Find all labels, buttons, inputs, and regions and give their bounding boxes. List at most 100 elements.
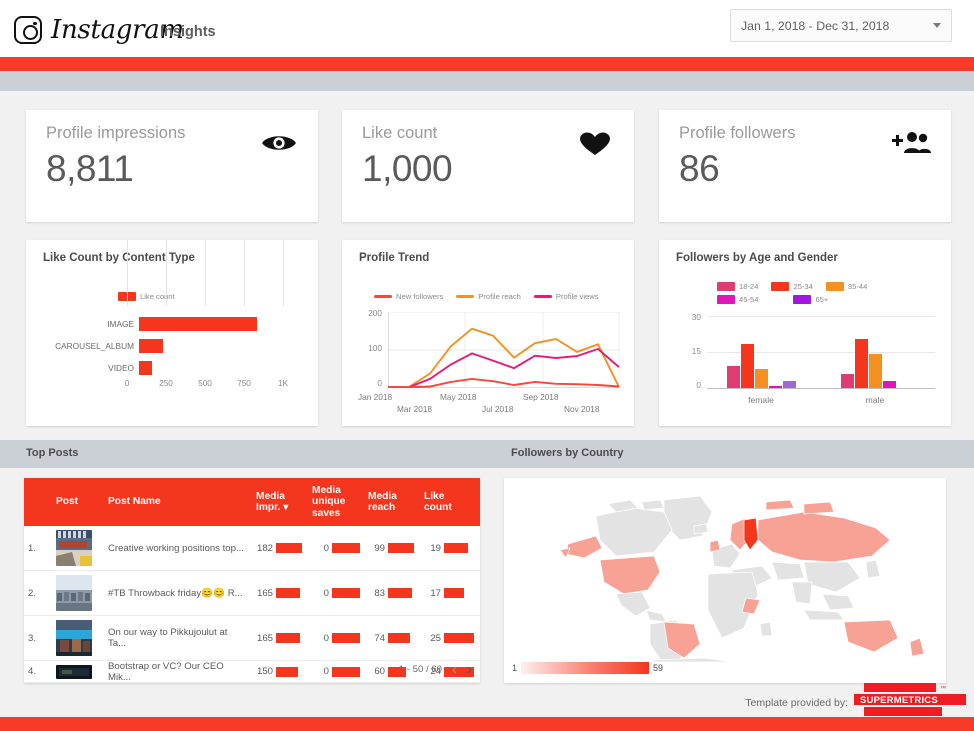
hbar-x-axis: 0 250 500 750 1K [125,378,288,390]
row-like-count: 17 [420,588,478,599]
svg-text:™: ™ [940,685,946,692]
value-bar [332,588,360,598]
app-header: Instagram Insights Jan 1, 2018 - Dec 31,… [0,0,974,57]
value: 0 [323,632,329,644]
row-rank: 2. [28,587,37,599]
chart-followers-by-age-and-gender: Followers by Age and Gender 18-24 25-34 … [659,240,951,426]
column-header-like-count[interactable]: Like count [420,491,478,514]
table-row[interactable]: 1. Creative working positions top... 182… [24,526,480,571]
value-bar [276,543,302,553]
legend-gradient [521,662,650,674]
column-male-35-44 [869,354,882,388]
x-tick: Sep 2018 [523,392,559,402]
post-thumbnail [56,575,92,611]
chart-profile-trend: Profile Trend New followers Profile reac… [342,240,634,426]
chevron-left-icon[interactable]: ‹ [452,662,457,677]
value: 19 [430,542,441,554]
value: 60 [374,666,385,677]
legend-max: 59 [653,663,664,673]
value-bar [444,543,468,553]
bar-track [139,339,296,353]
legend-item: 25-34 [771,282,813,291]
row-thumbnail-cell [52,664,104,679]
chart-legend: New followers Profile reach Profile view… [374,292,612,301]
value: 17 [430,587,441,599]
row-media-saves: 0 [308,543,364,554]
column-male-18-24 [841,373,854,388]
eye-icon [262,136,296,150]
supermetrics-wordmark: SUPERMETRICS [860,695,938,706]
column-header-post-name[interactable]: Post Name [104,496,252,508]
pagination-range: 1 - 50 / 60 [398,664,442,675]
legend-label: 25-34 [793,282,813,291]
value-bar [388,633,410,643]
row-rank: 3. [28,632,37,644]
y-tick: 0 [377,378,382,388]
scorecard-title: Profile followers [679,124,796,142]
value: 83 [374,587,385,599]
column-header-post[interactable]: Post [52,496,104,508]
bar-fill [139,361,152,375]
value: 150 [256,666,273,677]
row-media-saves: 0 [308,666,364,677]
legend-item: 45-54 [717,295,758,304]
instagram-camera-icon [14,16,42,44]
table-row[interactable]: 2. #TB Throwback friday😊😊 R... 165 0 83 … [24,571,480,616]
y-tick: 15 [691,346,701,356]
value-bar [276,666,298,677]
hbar-gridlines [127,240,285,306]
section-label-followers-by-country: Followers by Country [511,447,624,459]
date-range-picker[interactable]: Jan 1, 2018 - Dec 31, 2018 [730,9,952,42]
value: 25 [430,632,441,644]
bar-track [139,317,296,331]
x-tick: Nov 2018 [564,404,600,414]
legend-swatch-25-34 [771,282,790,291]
value-bar [444,588,464,598]
column-header-media-impr[interactable]: Media Impr. ▾ [252,491,308,514]
column-header-label: Media Impr. [256,490,285,514]
bar-row-video: VIDEO [43,358,301,378]
value: 182 [256,542,273,554]
row-like-count: 25 [420,633,478,644]
table-pagination: 1 - 50 / 60 ‹ › [399,662,472,677]
row-post-name: On our way to Pikkujoulut at Ta... [108,627,228,649]
row-media-reach: 74 [364,633,420,644]
chevron-right-icon[interactable]: › [467,662,472,677]
line-plot [388,312,620,388]
legend-item: Profile reach [456,292,521,301]
chart-like-count-by-content-type: Like Count by Content Type Like count IM… [26,240,318,426]
row-post-name: Bootstrap or VC? Our CEO Mik... [108,661,224,683]
legend-swatch-18-24 [717,282,735,291]
y-tick: 0 [696,380,701,390]
row-post-name: Creative working positions top... [108,542,244,554]
bar-row-carousel: CAROUSEL_ALBUM [43,336,301,356]
column-header-media-unique-saves[interactable]: Media unique saves [308,485,364,520]
bar-row-image: IMAGE [43,314,301,334]
page-title: Insights [160,24,216,40]
row-rank: 4. [28,666,37,677]
post-thumbnail [56,620,92,656]
chart-title: Followers by Age and Gender [676,252,838,264]
column-male-45-54 [883,380,896,388]
header-accent-bar [0,57,974,71]
row-media-impr: 182 [252,543,308,554]
instagram-logo: Instagram [14,15,184,45]
post-thumbnail [56,530,92,566]
table-row[interactable]: 3. On our way to Pikkujoulut at Ta... 16… [24,616,480,661]
supermetrics-logo[interactable]: ™ SUPERMETRICS [854,683,966,717]
followers-by-country-map[interactable]: 1 59 [504,478,946,683]
scorecard-value: 1,000 [362,148,453,189]
date-range-value: Jan 1, 2018 - Dec 31, 2018 [741,18,890,33]
column-header-media-reach[interactable]: Media reach [364,491,420,514]
value: 0 [323,542,329,554]
scorecard-profile-impressions: Profile impressions 8,811 [26,110,318,222]
table-header-row: Post Post Name Media Impr. ▾ Media uniqu… [24,478,480,526]
chevron-down-icon [933,23,941,28]
value-bar [276,633,300,643]
legend-label: 65+ [815,295,829,304]
row-thumbnail-cell [52,620,104,656]
legend-label: New followers [396,292,444,301]
legend-item: Profile views [533,292,599,301]
footer-note: Template provided by: [745,697,848,709]
legend-label: 18-24 [739,282,759,291]
